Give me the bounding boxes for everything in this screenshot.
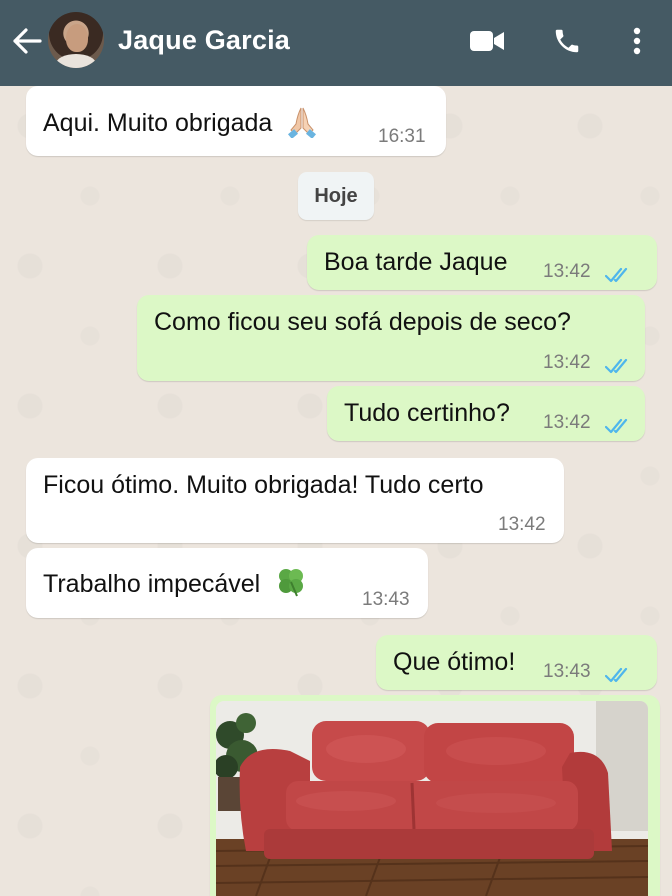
read-ticks-icon	[604, 662, 631, 691]
message-time: 13:42	[543, 261, 591, 282]
back-arrow-icon[interactable]	[10, 26, 44, 56]
message-text: Trabalho impecável	[43, 566, 307, 605]
chat-header: Jaque Garcia	[0, 0, 672, 86]
message-time: 13:43	[543, 661, 591, 682]
date-separator: Hoje	[298, 172, 374, 220]
message-bubble-incoming[interactable]: Trabalho impecável 13:43	[26, 548, 428, 618]
message-time: 13:42	[543, 352, 591, 373]
message-time: 13:42	[498, 514, 546, 535]
phone-call-icon[interactable]	[548, 24, 586, 58]
message-bubble-outgoing[interactable]: Como ficou seu sofá depois de seco? 13:4…	[137, 295, 645, 381]
video-call-icon[interactable]	[468, 24, 506, 58]
message-text: Que ótimo!	[393, 648, 516, 676]
message-bubble-incoming[interactable]: Ficou ótimo. Muito obrigada! Tudo certo …	[26, 458, 564, 543]
read-ticks-icon	[604, 262, 631, 291]
message-bubble-outgoing-image[interactable]	[210, 695, 660, 896]
message-text: Ficou ótimo. Muito obrigada! Tudo certo	[43, 471, 484, 499]
avatar-face	[66, 24, 88, 52]
red-sofa-photo[interactable]	[216, 701, 648, 896]
message-text: Aqui. Muito obrigada	[43, 104, 317, 145]
message-bubble-outgoing[interactable]: Boa tarde Jaque 13:42	[307, 235, 657, 290]
message-bubble-outgoing[interactable]: Tudo certinho? 13:42	[327, 386, 645, 441]
message-time: 13:43	[362, 589, 410, 610]
message-time: 13:42	[543, 412, 591, 433]
more-options-icon[interactable]	[618, 24, 656, 58]
read-ticks-icon	[604, 353, 631, 382]
message-bubble-outgoing[interactable]: Que ótimo! 13:43	[376, 635, 657, 690]
contact-avatar[interactable]	[48, 12, 104, 68]
message-text: Tudo certinho?	[344, 399, 510, 427]
message-text-content: Trabalho impecável	[43, 570, 261, 599]
message-text: Boa tarde Jaque	[324, 248, 508, 276]
message-bubble-incoming[interactable]: Aqui. Muito obrigada 16:31	[26, 86, 446, 156]
four-leaf-clover-icon	[275, 566, 307, 605]
message-text: Como ficou seu sofá depois de seco?	[154, 308, 571, 336]
message-time: 16:31	[378, 126, 426, 147]
contact-name[interactable]: Jaque Garcia	[118, 25, 290, 56]
message-text-content: Aqui. Muito obrigada	[43, 109, 273, 138]
praying-hands-icon	[287, 104, 317, 145]
read-ticks-icon	[604, 413, 631, 442]
avatar-shirt	[56, 54, 96, 68]
